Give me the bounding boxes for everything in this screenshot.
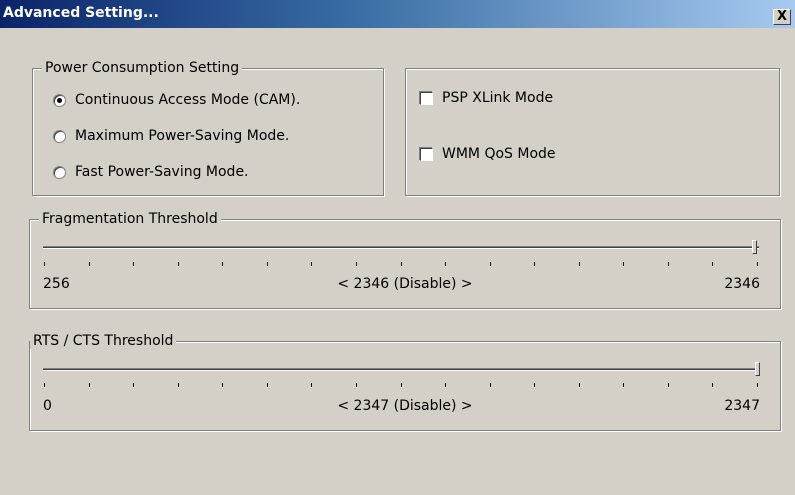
fragmentation-slider-thumb[interactable] [752,240,757,254]
slider-tick [757,262,758,266]
psp-xlink-option[interactable]: PSP XLink Mode [420,90,553,106]
wmm-qos-checkbox[interactable] [420,147,433,161]
power-consumption-legend: Power Consumption Setting [42,60,243,76]
close-icon: X [776,9,788,24]
rts-cts-min-label: 0 [43,398,52,414]
fragmentation-ticks [44,262,758,266]
rts-cts-value-label: < 2347 (Disable) > [337,398,473,414]
close-button[interactable]: X [773,9,791,25]
slider-tick [534,262,535,266]
radio-button-cam[interactable] [53,93,66,107]
mode-options-group [405,68,780,196]
slider-tick [311,262,312,266]
slider-tick [222,383,223,387]
slider-tick [579,383,580,387]
rts-cts-slider-track[interactable] [43,368,759,371]
slider-tick [133,262,134,266]
slider-tick [311,383,312,387]
slider-tick [712,383,713,387]
slider-tick [267,262,268,266]
slider-tick [89,383,90,387]
radio-max-psm[interactable]: Maximum Power-Saving Mode. [53,128,289,144]
slider-tick [178,383,179,387]
psp-xlink-label: PSP XLink Mode [442,90,554,106]
wmm-qos-label: WMM QoS Mode [442,146,556,162]
title-bar[interactable]: Advanced Setting... X [0,0,795,28]
radio-selected-dot [57,97,62,103]
rts-cts-legend: RTS / CTS Threshold [30,333,177,349]
slider-tick [356,262,357,266]
slider-tick [445,383,446,387]
slider-tick [668,262,669,266]
rts-cts-max-label: 2347 [724,398,760,414]
wmm-qos-option[interactable]: WMM QoS Mode [420,146,556,162]
slider-tick [222,262,223,266]
slider-tick [44,383,45,387]
slider-tick [356,383,357,387]
radio-cam[interactable]: Continuous Access Mode (CAM). [53,92,300,108]
rts-cts-ticks [44,383,758,387]
slider-tick [490,262,491,266]
window-title: Advanced Setting... [3,5,159,21]
slider-tick [668,383,669,387]
slider-tick [534,383,535,387]
rts-cts-slider-thumb[interactable] [755,362,760,376]
radio-label-fast-psm: Fast Power-Saving Mode. [75,164,249,180]
fragmentation-min-label: 256 [43,276,70,292]
slider-tick [401,262,402,266]
slider-tick [44,262,45,266]
slider-tick [89,262,90,266]
radio-label-max-psm: Maximum Power-Saving Mode. [75,128,290,144]
slider-tick [757,383,758,387]
radio-label-cam: Continuous Access Mode (CAM). [75,92,301,108]
slider-tick [178,262,179,266]
slider-tick [445,262,446,266]
slider-tick [401,383,402,387]
psp-xlink-checkbox[interactable] [420,91,433,105]
slider-tick [712,262,713,266]
slider-tick [267,383,268,387]
radio-button-fast-psm[interactable] [53,165,66,179]
fragmentation-legend: Fragmentation Threshold [39,211,221,227]
fragmentation-value-label: < 2346 (Disable) > [337,276,473,292]
radio-button-max-psm[interactable] [53,129,66,143]
slider-tick [579,262,580,266]
fragmentation-slider-track[interactable] [43,246,759,249]
radio-fast-psm[interactable]: Fast Power-Saving Mode. [53,164,249,180]
slider-tick [623,262,624,266]
slider-tick [133,383,134,387]
slider-tick [623,383,624,387]
slider-tick [490,383,491,387]
fragmentation-max-label: 2346 [724,276,760,292]
